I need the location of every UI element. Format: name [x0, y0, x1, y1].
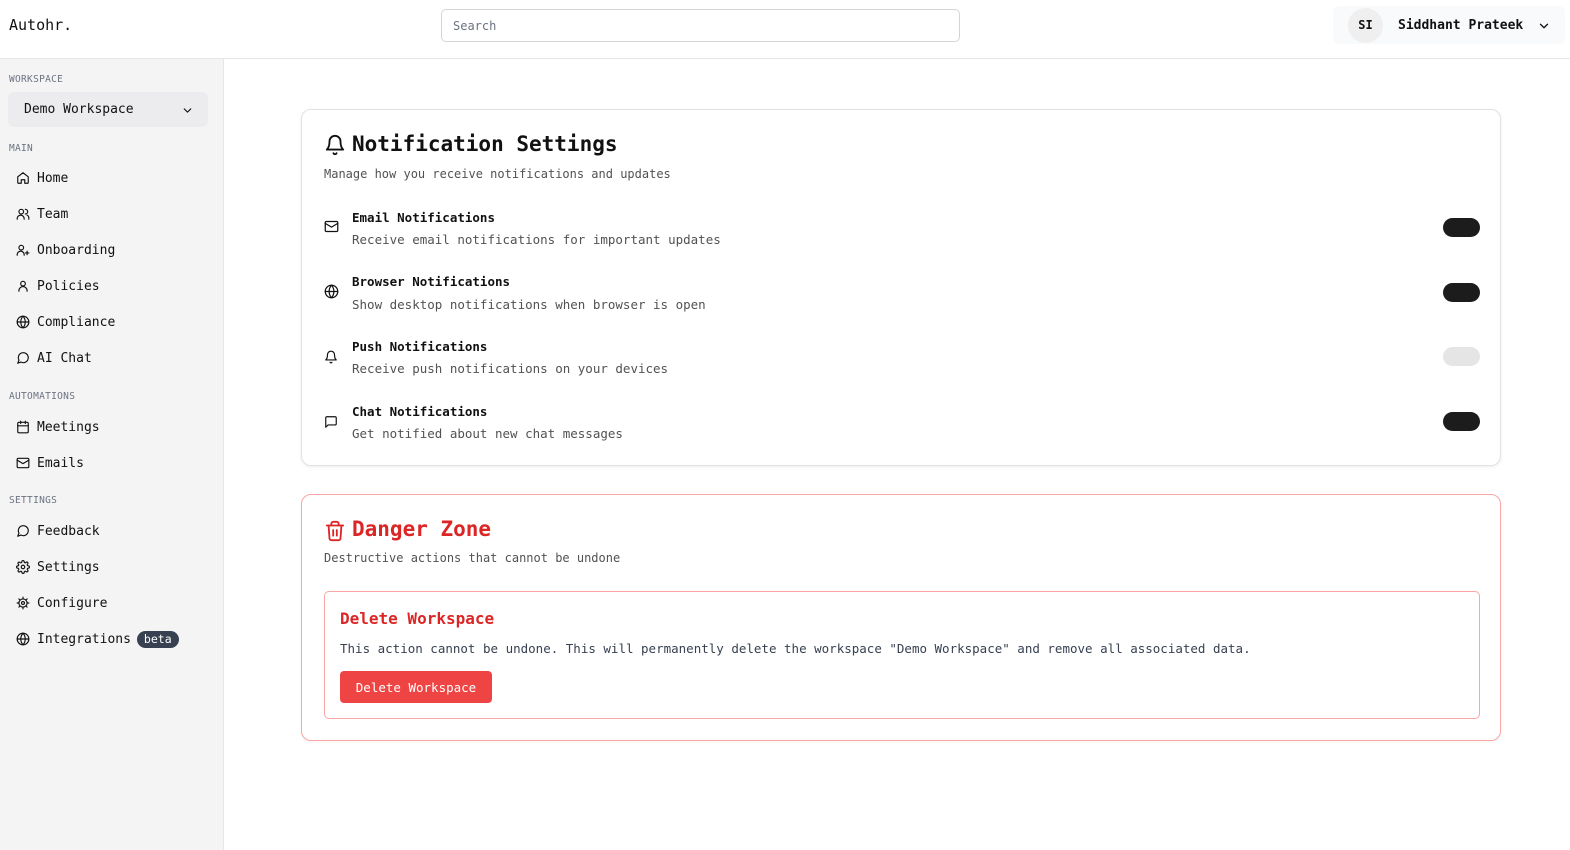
sidebar-item-label: Home — [37, 170, 69, 186]
sidebar-item-meetings[interactable]: Meetings — [8, 412, 208, 442]
danger-zone-card: Danger Zone Destructive actions that can… — [301, 494, 1501, 741]
globe-icon — [16, 632, 30, 646]
user-plus-icon — [16, 244, 30, 256]
chat-notifications-title: Chat Notifications — [352, 404, 488, 419]
sidebar: WORKSPACE Demo Workspace MAIN Home Team … — [0, 59, 224, 850]
message-square-icon — [324, 414, 338, 433]
gear-icon — [16, 560, 30, 574]
home-icon — [17, 172, 29, 184]
sidebar-item-settings[interactable]: Settings — [8, 552, 208, 582]
bell-icon — [324, 349, 338, 368]
beta-badge: beta — [136, 630, 179, 648]
email-notifications-toggle[interactable] — [1443, 218, 1480, 237]
avatar: SI — [1348, 7, 1383, 43]
card-title: Notification Settings — [352, 132, 618, 156]
users-icon — [16, 208, 30, 220]
notification-settings-card: Notification Settings Manage how you rec… — [301, 109, 1501, 466]
browser-notifications-description: Show desktop notifications when browser … — [352, 297, 706, 312]
delete-workspace-panel: Delete Workspace This action cannot be u… — [324, 591, 1480, 719]
sidebar-item-onboarding[interactable]: Onboarding — [8, 235, 208, 265]
sidebar-item-label: Emails — [37, 455, 84, 471]
cog-icon — [16, 596, 30, 610]
sidebar-item-label: Meetings — [37, 419, 100, 435]
main-section-label: MAIN — [9, 143, 34, 154]
delete-workspace-button[interactable]: Delete Workspace — [340, 671, 492, 703]
trash-icon — [324, 520, 346, 546]
sidebar-item-label: Policies — [37, 278, 100, 294]
email-notifications-description: Receive email notifications for importan… — [352, 232, 721, 247]
sidebar-item-emails[interactable]: Emails — [8, 448, 208, 478]
browser-notifications-toggle[interactable] — [1443, 283, 1480, 302]
mail-icon — [324, 219, 339, 238]
workspace-section-label: WORKSPACE — [9, 74, 64, 85]
email-notifications-title: Email Notifications — [352, 210, 495, 225]
sidebar-item-label: AI Chat — [37, 350, 92, 366]
sidebar-item-label: Integrations — [37, 631, 131, 647]
chevron-down-icon — [1537, 18, 1551, 37]
sidebar-item-label: Settings — [37, 559, 100, 575]
chat-notifications-description: Get notified about new chat messages — [352, 426, 623, 441]
sidebar-item-configure[interactable]: Configure — [8, 588, 208, 618]
sidebar-item-compliance[interactable]: Compliance — [8, 307, 208, 337]
globe-icon — [324, 284, 339, 303]
sidebar-item-integrations[interactable]: Integrations beta — [8, 624, 208, 654]
workspace-name: Demo Workspace — [24, 102, 134, 117]
top-bar: Autohr. SI Siddhant Prateek — [0, 0, 1570, 59]
push-notifications-description: Receive push notifications on your devic… — [352, 361, 669, 376]
settings-section-label: SETTINGS — [9, 495, 58, 506]
delete-workspace-title: Delete Workspace — [340, 609, 495, 628]
sidebar-item-label: Team — [37, 206, 69, 222]
user-name: Siddhant Prateek — [1398, 17, 1524, 33]
card-title: Danger Zone — [352, 517, 492, 541]
mail-icon — [16, 457, 30, 469]
automations-section-label: AUTOMATIONS — [9, 391, 76, 402]
push-notifications-title: Push Notifications — [352, 339, 488, 354]
calendar-icon — [17, 420, 29, 434]
bell-icon — [324, 134, 346, 160]
globe-icon — [16, 315, 30, 329]
sidebar-item-team[interactable]: Team — [8, 199, 208, 229]
search-input[interactable] — [441, 9, 960, 42]
chat-notifications-toggle[interactable] — [1443, 412, 1480, 431]
sidebar-item-label: Onboarding — [37, 242, 116, 258]
sidebar-item-ai-chat[interactable]: AI Chat — [8, 343, 208, 373]
user-menu[interactable]: SI Siddhant Prateek — [1333, 6, 1565, 44]
sidebar-item-policies[interactable]: Policies — [8, 271, 208, 301]
workspace-selector[interactable]: Demo Workspace — [8, 92, 208, 127]
sidebar-item-label: Configure — [37, 595, 108, 611]
sidebar-item-home[interactable]: Home — [8, 163, 208, 193]
sidebar-item-label: Feedback — [37, 523, 100, 539]
user-icon — [18, 280, 28, 292]
card-description: Destructive actions that cannot be undon… — [324, 551, 621, 565]
browser-notifications-title: Browser Notifications — [352, 274, 511, 289]
delete-workspace-warning: This action cannot be undone. This will … — [340, 641, 1251, 656]
sidebar-item-feedback[interactable]: Feedback — [8, 516, 208, 546]
brand-logo[interactable]: Autohr. — [9, 16, 72, 34]
chevron-down-icon — [181, 104, 194, 121]
chat-icon — [17, 525, 29, 537]
card-description: Manage how you receive notifications and… — [324, 167, 671, 181]
sidebar-item-label: Compliance — [37, 314, 116, 330]
push-notifications-toggle[interactable] — [1443, 347, 1480, 366]
chat-icon — [17, 352, 29, 364]
